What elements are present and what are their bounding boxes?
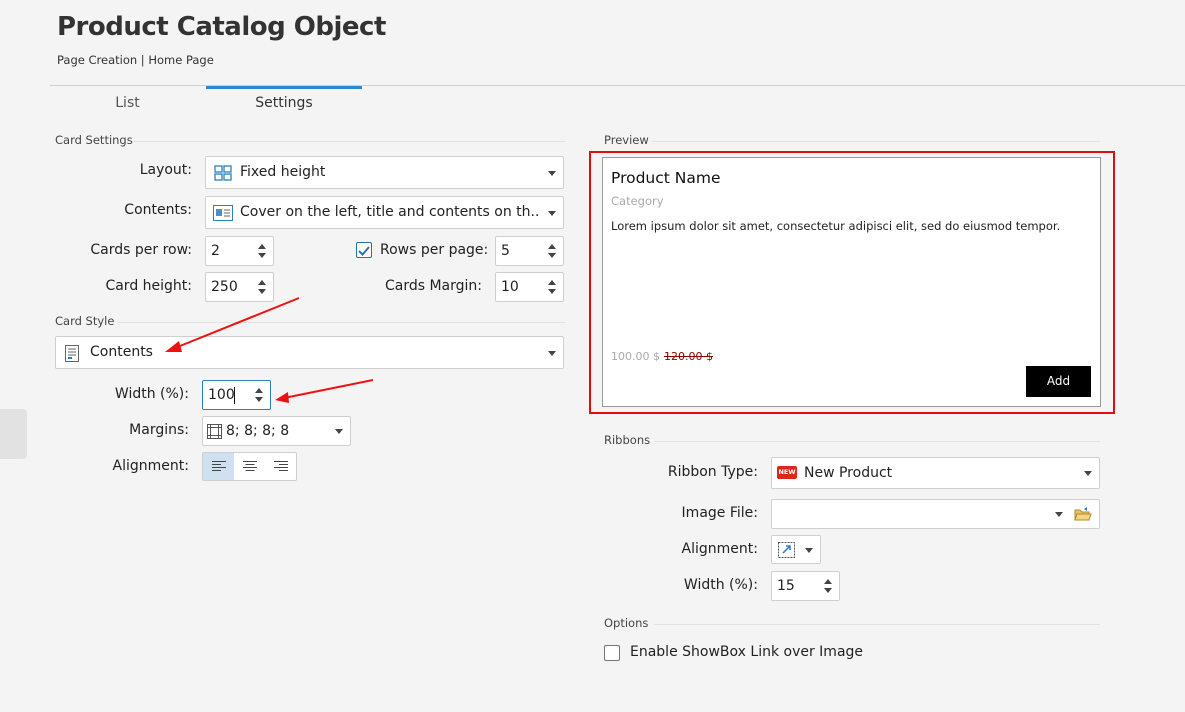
preview-category: Category bbox=[611, 194, 664, 208]
ribbon-alignment-label: Alignment: bbox=[681, 541, 758, 557]
spin-down-icon[interactable] bbox=[824, 588, 832, 593]
section-divider bbox=[654, 624, 1100, 625]
ribbon-type-dropdown[interactable]: NEW New Product bbox=[771, 457, 1100, 489]
section-divider bbox=[652, 141, 1100, 142]
spin-up-icon[interactable] bbox=[824, 579, 832, 584]
ribbon-alignment-dropdown[interactable] bbox=[771, 535, 821, 564]
chevron-down-icon bbox=[1055, 512, 1063, 517]
annotation-arrow bbox=[283, 379, 374, 399]
preview-description: Lorem ipsum dolor sit amet, consectetur … bbox=[611, 219, 1061, 233]
ribbon-width-label: Width (%): bbox=[683, 577, 758, 593]
showbox-link-label[interactable]: Enable ShowBox Link over Image bbox=[630, 644, 863, 660]
preview-price: 100.00 $ bbox=[611, 350, 660, 363]
ribbon-type-label: Ribbon Type: bbox=[667, 464, 758, 480]
preview-highlight-frame: Product Name Category Lorem ipsum dolor … bbox=[589, 151, 1115, 414]
ribbon-width-value: 15 bbox=[777, 578, 795, 594]
new-badge-icon: NEW bbox=[777, 466, 797, 479]
chevron-down-icon bbox=[1084, 471, 1092, 476]
showbox-link-checkbox[interactable] bbox=[604, 645, 620, 661]
preview-old-price: 120.00 $ bbox=[664, 350, 713, 363]
align-top-right-icon bbox=[778, 542, 795, 558]
annotation-arrow-head bbox=[165, 341, 182, 352]
preview-card: Product Name Category Lorem ipsum dolor … bbox=[602, 157, 1101, 407]
options-section-label: Options bbox=[604, 616, 649, 630]
chevron-down-icon bbox=[805, 547, 813, 553]
ribbon-type-value: New Product bbox=[804, 465, 893, 481]
annotation-arrow bbox=[174, 297, 300, 349]
preview-section-label: Preview bbox=[604, 133, 649, 147]
preview-product-name: Product Name bbox=[611, 169, 721, 187]
image-file-label: Image File: bbox=[681, 505, 758, 521]
ribbon-width-stepper[interactable]: 15 bbox=[771, 571, 840, 601]
folder-open-icon[interactable] bbox=[1074, 507, 1092, 522]
preview-add-button[interactable]: Add bbox=[1026, 366, 1091, 397]
image-file-dropdown[interactable] bbox=[771, 499, 1100, 529]
ribbons-section-label: Ribbons bbox=[604, 433, 651, 447]
annotation-arrow-head bbox=[275, 392, 289, 403]
section-divider bbox=[655, 441, 1100, 442]
